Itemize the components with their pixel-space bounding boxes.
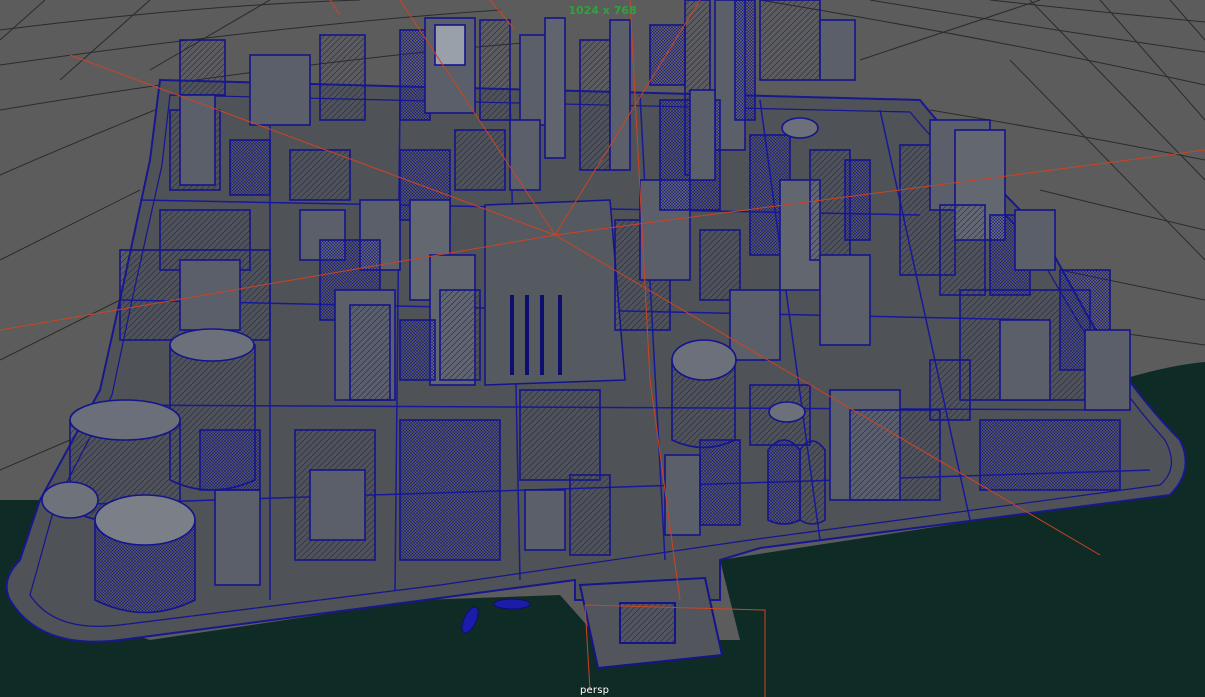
viewport-scene[interactable] bbox=[0, 0, 1205, 697]
central-plaza bbox=[484, 199, 626, 386]
pier-building bbox=[619, 602, 676, 644]
maya-perspective-viewport[interactable]: 1024 x 768 persp bbox=[0, 0, 1205, 697]
camera-name-label: persp bbox=[580, 685, 610, 696]
